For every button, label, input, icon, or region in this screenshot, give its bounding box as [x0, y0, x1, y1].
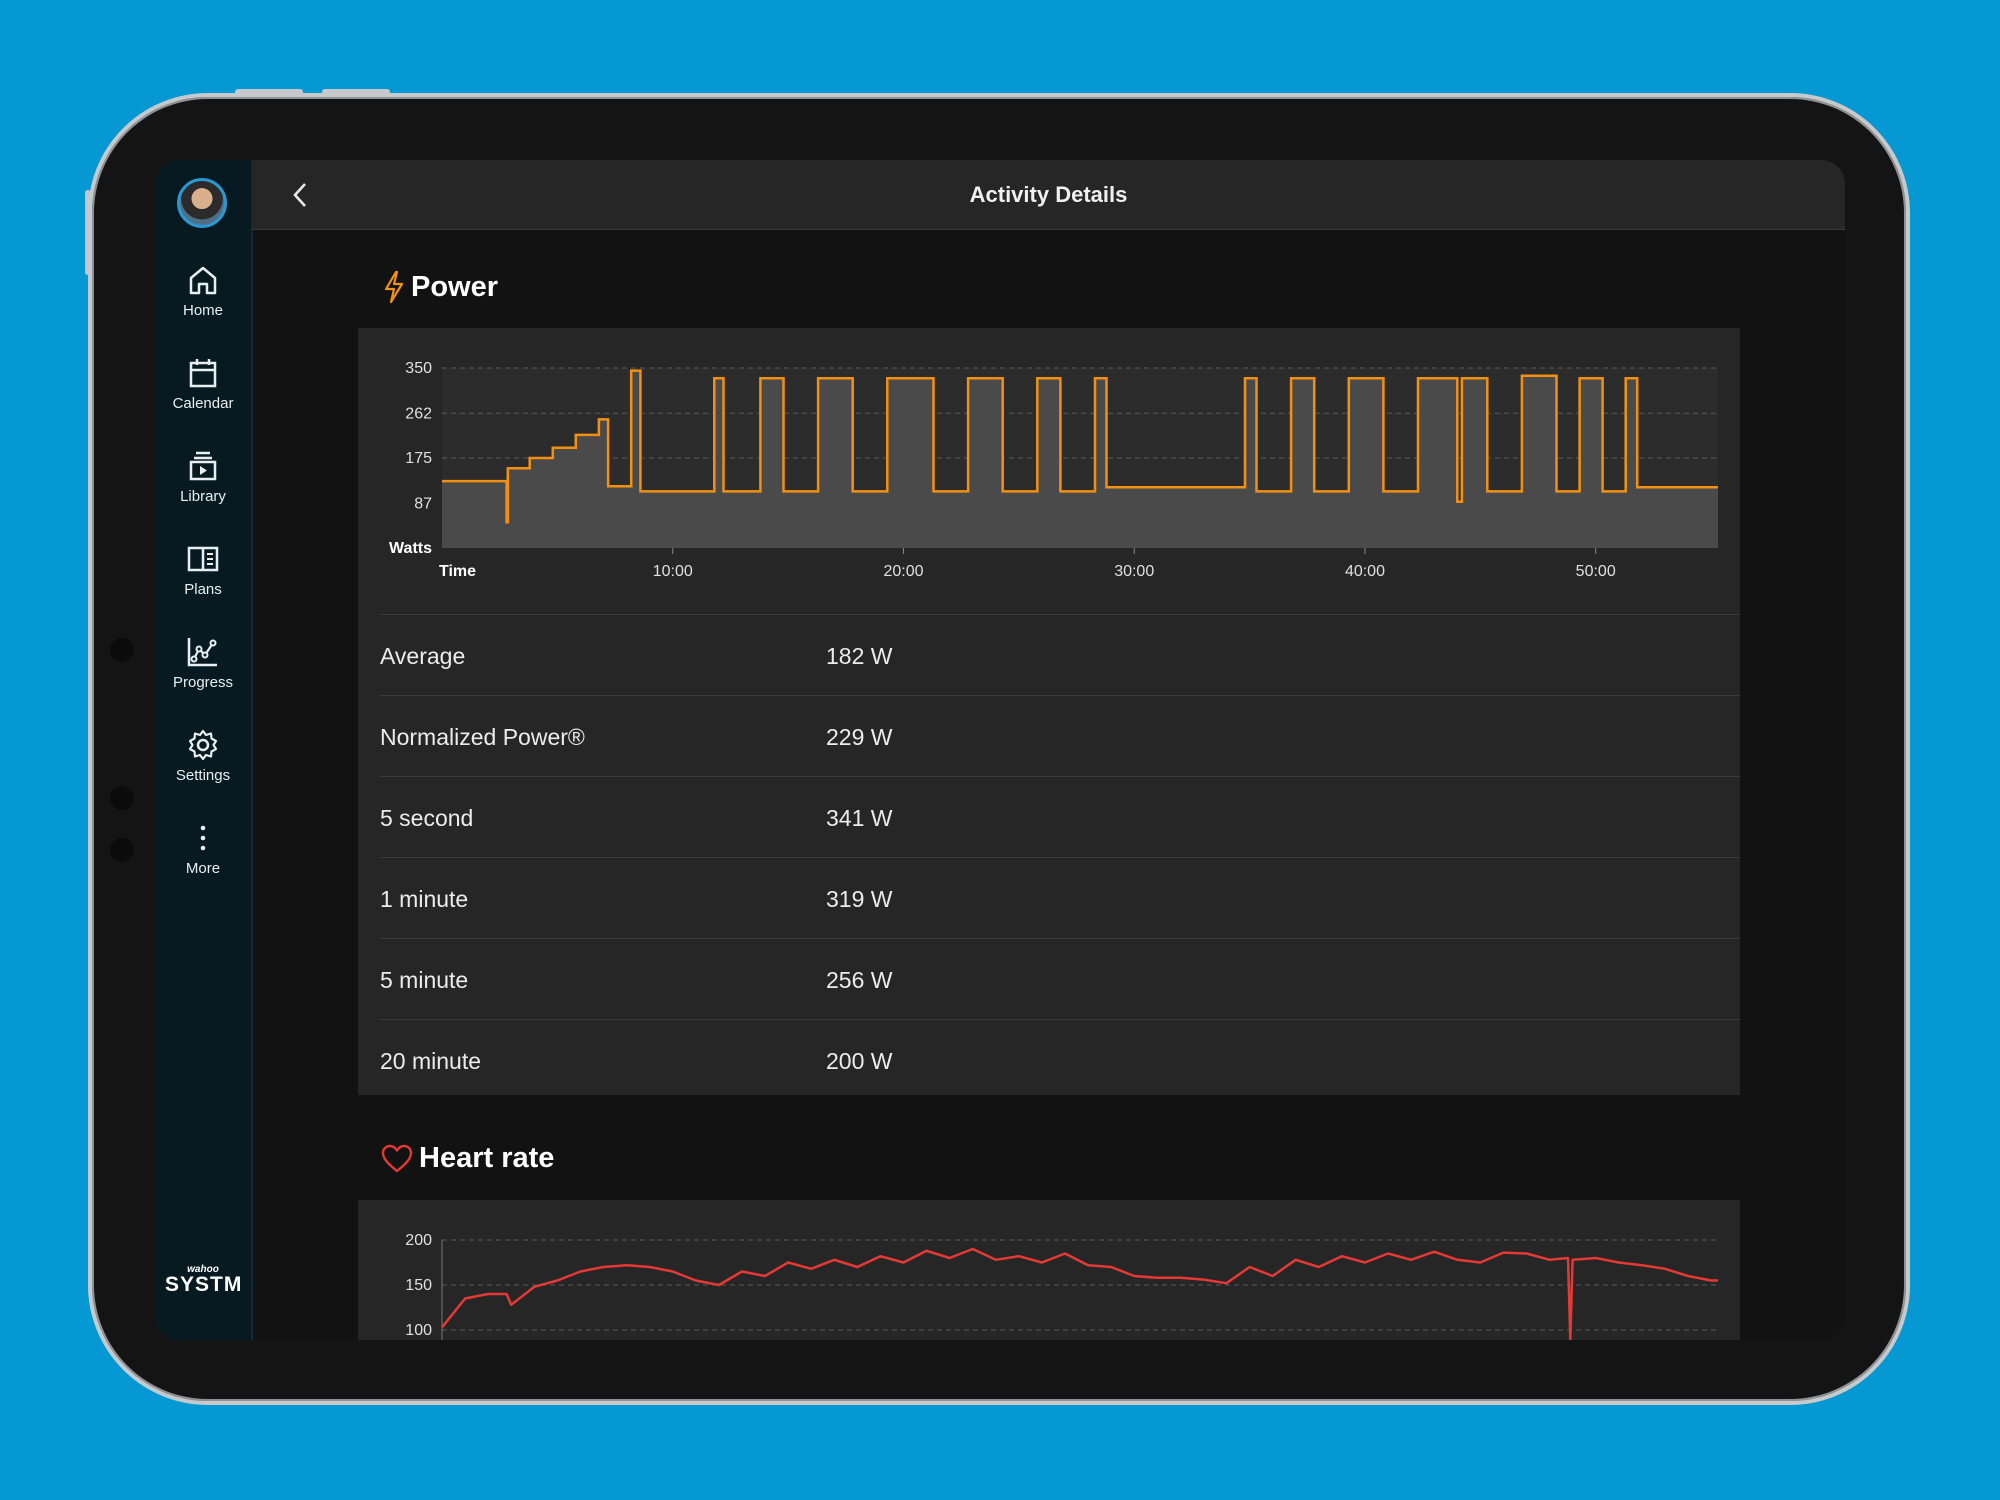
stat-value: 256 W [826, 967, 893, 993]
camera-dot [110, 638, 134, 662]
x-tick-label: 50:00 [1576, 563, 1616, 580]
sidebar-item-label: More [185, 860, 221, 877]
x-axis-label: Time [439, 563, 476, 580]
sidebar-item-label: Calendar [172, 395, 234, 412]
stat-label: 5 minute [380, 967, 469, 993]
sidebar-item-calendar[interactable]: Calendar [155, 357, 251, 413]
stat-value: 319 W [826, 886, 893, 912]
stat-value: 229 W [826, 724, 893, 750]
power-card: 350 262 175 87 Watts Time 10:00 20:00 30:00 40:00… [358, 328, 1740, 1095]
heart-rate-series-line [441, 1247, 1718, 1340]
heart-rate-title: Heart rate [419, 1142, 555, 1174]
y-tick-label: 350 [405, 360, 432, 377]
plans-icon [187, 546, 219, 572]
sidebar: Home Calendar Library Plans Progress Set… [155, 160, 253, 1340]
sensor-dot-2 [110, 838, 134, 862]
y-tick-label: 200 [405, 1232, 432, 1249]
calendar-icon [189, 359, 217, 388]
stat-row: 1 minute 319 W [380, 857, 1740, 938]
sidebar-item-plans[interactable]: Plans [155, 543, 251, 599]
power-section-title: Power [383, 270, 498, 304]
x-tick-label: 40:00 [1345, 563, 1385, 580]
y-tick-label: 175 [405, 450, 432, 467]
stat-label: Normalized Power® [380, 724, 585, 750]
sidebar-item-label: Progress [172, 674, 234, 691]
stat-value: 182 W [826, 643, 893, 669]
avatar[interactable] [177, 178, 227, 228]
stat-value: 200 W [826, 1048, 893, 1074]
progress-icon [187, 638, 217, 667]
stat-label: 1 minute [380, 886, 469, 912]
logo-big-text: SYSTM [165, 1273, 243, 1296]
more-icon [200, 825, 206, 851]
power-title: Power [411, 270, 499, 303]
sidebar-item-label: Settings [175, 767, 231, 784]
sidebar-item-library[interactable]: Library [155, 450, 251, 506]
heart-icon [381, 1144, 413, 1172]
sidebar-item-home[interactable]: Home [155, 264, 251, 320]
sidebar-item-label: Home [182, 302, 223, 319]
home-icon [189, 266, 217, 295]
heart-rate-chart: 200 150 100 [405, 1232, 1718, 1340]
page-title: Activity Details [969, 182, 1128, 207]
y-axis-label: Watts [389, 540, 432, 557]
sidebar-item-settings[interactable]: Settings [155, 729, 251, 785]
heart-rate-section-title: Heart rate [381, 1142, 554, 1175]
y-tick-label: 100 [405, 1322, 432, 1339]
x-tick-label: 20:00 [883, 563, 923, 580]
stat-label: 20 minute [380, 1048, 482, 1074]
sensor-dot [110, 786, 134, 810]
gear-icon [188, 729, 218, 761]
stat-row: Average 182 W [380, 614, 1740, 695]
heart-rate-card: 200 150 100 [358, 1200, 1740, 1340]
stat-row: Normalized Power® 229 W [380, 695, 1740, 776]
systm-logo: wahoo SYSTM [165, 1265, 243, 1296]
top-bar: Activity Details [252, 160, 1845, 230]
stat-row: 5 second 341 W [380, 776, 1740, 857]
stat-label: 5 second [380, 805, 474, 831]
x-tick-label: 10:00 [653, 563, 693, 580]
stat-row: 20 minute 200 W [380, 1019, 1740, 1100]
x-tick-label: 30:00 [1114, 563, 1154, 580]
sidebar-item-more[interactable]: More [155, 822, 251, 878]
sidebar-item-progress[interactable]: Progress [155, 636, 251, 692]
stat-label: Average [380, 643, 466, 669]
power-chart: 350 262 175 87 Watts Time 10:00 20:00 30:00 40:00… [389, 360, 1718, 580]
y-tick-label: 150 [405, 1277, 432, 1294]
y-tick-label: 87 [414, 495, 432, 512]
sidebar-item-label: Library [180, 488, 226, 505]
lightning-icon [384, 270, 404, 304]
app-screen: Home Calendar Library Plans Progress Set… [155, 160, 1845, 1340]
stat-value: 341 W [826, 805, 893, 831]
library-icon [189, 451, 217, 481]
sidebar-item-label: Plans [184, 581, 222, 598]
y-tick-label: 262 [405, 405, 432, 422]
stat-row: 5 minute 256 W [380, 938, 1740, 1019]
